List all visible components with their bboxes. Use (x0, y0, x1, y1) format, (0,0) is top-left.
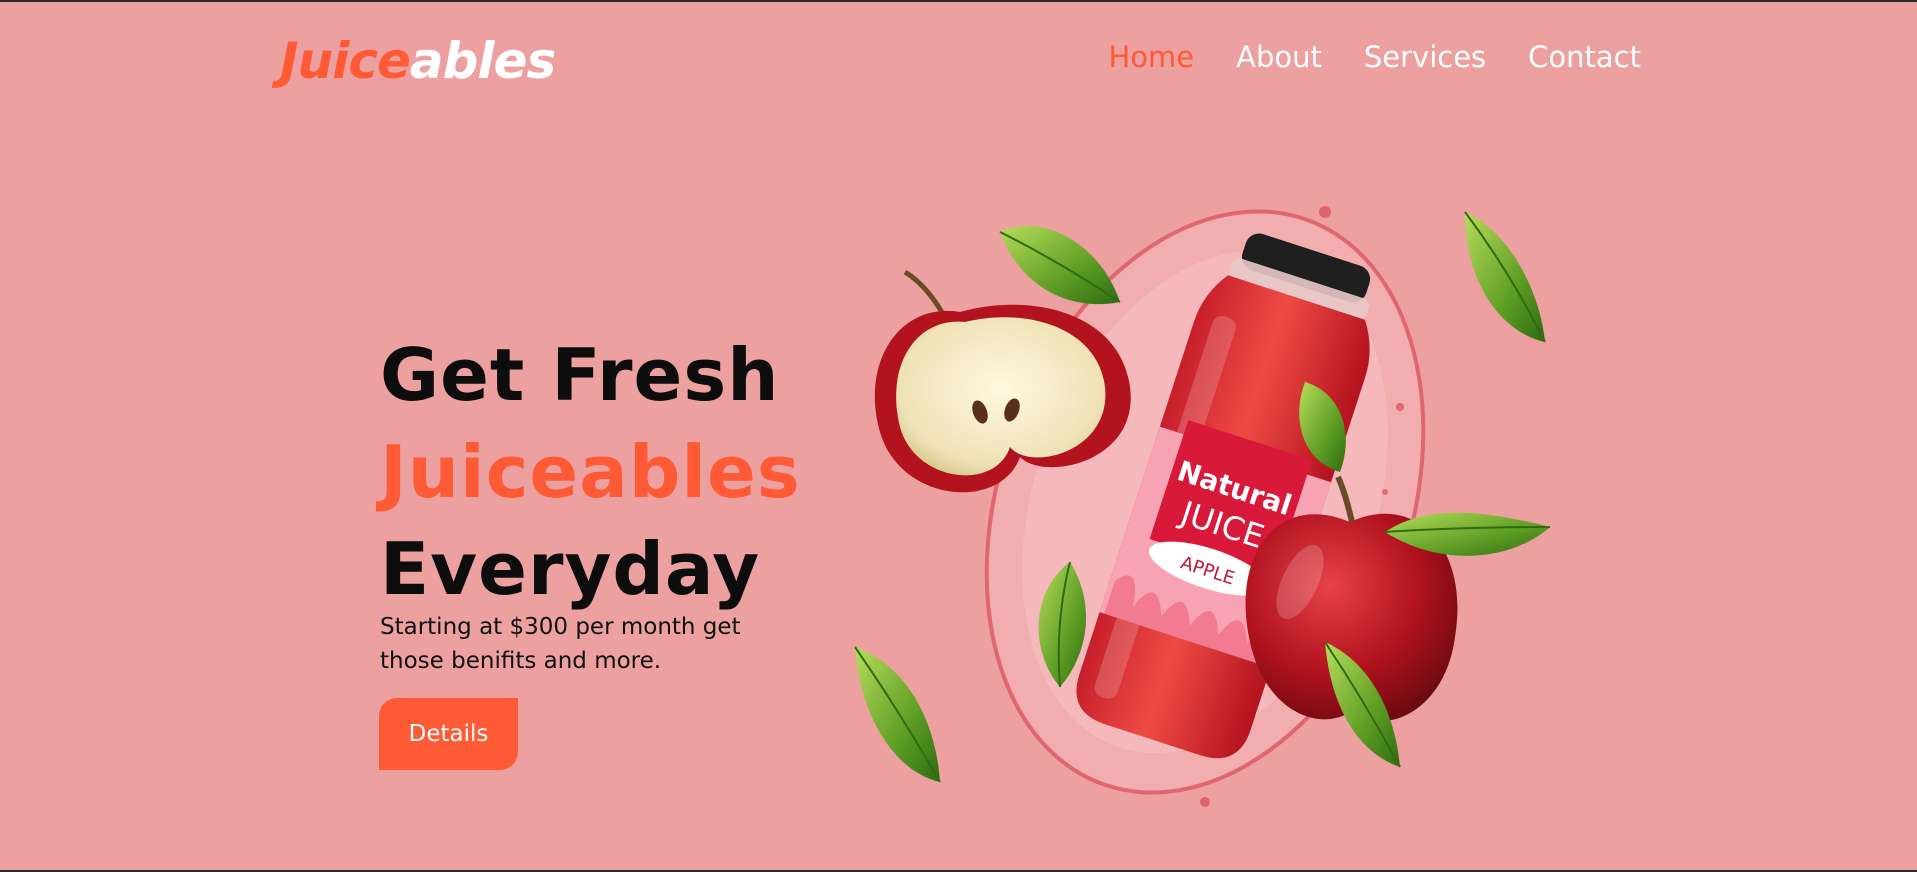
hero-heading-line2: Juiceables (380, 430, 801, 514)
nav-link-about[interactable]: About (1236, 40, 1322, 74)
landing-page: Juiceables Home About Services Contact G… (0, 2, 1917, 870)
details-button[interactable]: Details (379, 698, 518, 770)
hero-subtitle: Starting at $300 per month get those ben… (380, 614, 741, 674)
nav-link-contact[interactable]: Contact (1528, 40, 1641, 74)
brand-logo-part2: ables (409, 32, 556, 90)
brand-logo[interactable]: Juiceables (280, 32, 556, 90)
nav-link-services[interactable]: Services (1364, 40, 1486, 74)
hero-heading: Get Fresh Juiceables Everyday (380, 327, 801, 618)
brand-logo-part1: Juice (280, 32, 411, 90)
hero-heading-line1: Get Fresh (380, 333, 780, 417)
main-nav: Home About Services Contact (1108, 40, 1641, 74)
nav-link-home[interactable]: Home (1108, 40, 1194, 74)
juice-bottle-illustration: Natural JUICE APPLE (854, 206, 1551, 807)
hero-heading-line3: Everyday (380, 527, 761, 611)
